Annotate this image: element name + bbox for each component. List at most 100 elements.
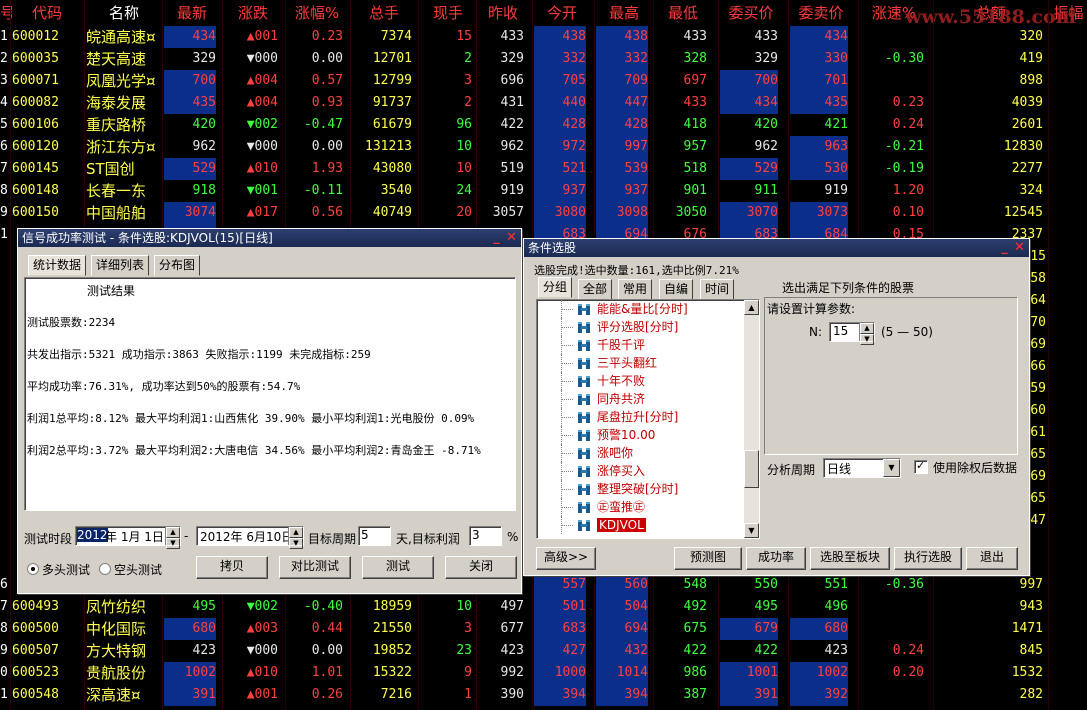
close-icon[interactable]: ✕ (505, 231, 518, 244)
tab-custom[interactable]: 自编 (659, 279, 694, 300)
tab-statistics[interactable]: 统计数据 (28, 255, 87, 276)
scroll-up-icon[interactable]: ▲ (744, 300, 759, 315)
table-row[interactable]: 5 600106 重庆路桥 420 ▼002 -0.47 61679 96 422 428 428 4… (0, 114, 1087, 136)
table-row[interactable]: 9 600507 方大特钢 423 ▼000 0.00 19852 23 423 427 432 42… (0, 640, 1087, 662)
cell-ask: 496 (824, 599, 848, 614)
tree-item[interactable]: KDJVOL (561, 516, 646, 534)
table-row[interactable]: 7 600145 ST国创 529 ▲010 1.93 43080 10 519 521 539 51… (0, 158, 1087, 180)
tree-item[interactable]: 能能&量比[分时] (561, 300, 688, 318)
tree-item-label: 预警10.00 (597, 428, 656, 442)
tree-item[interactable]: 评分选股[分时] (561, 318, 678, 336)
tab-common[interactable]: 常用 (618, 279, 653, 300)
radio-long-test[interactable] (27, 563, 39, 575)
tree-item[interactable]: 涨停买入 (561, 462, 645, 480)
cell-chg: ▲004 (246, 73, 278, 88)
analysis-period-select[interactable]: 日线 ▼ (823, 458, 901, 478)
end-date-field[interactable]: 2012年 6月10日 ▲ ▼ (196, 526, 304, 549)
tab-group[interactable]: 分组 (538, 277, 573, 298)
exit-button[interactable]: 退出 (966, 547, 1018, 570)
param-spinner[interactable]: ▲ ▼ (859, 323, 874, 345)
start-date-spinner[interactable]: ▲ ▼ (165, 527, 180, 549)
tree-item[interactable]: ㊣蛮推㊣ (561, 498, 645, 516)
tree-item[interactable]: 涨吧你 (561, 444, 633, 462)
cell-chg: ▼001 (246, 183, 278, 198)
tree-item[interactable]: 同舟共济 (561, 390, 645, 408)
column-header[interactable]: 今开 (534, 0, 590, 26)
column-header[interactable]: 代码 (12, 0, 82, 26)
cell-chg: ▼000 (246, 139, 278, 154)
table-row[interactable]: 2 600035 楚天高速 329 ▼000 0.00 12701 2 329 332 332 328… (0, 48, 1087, 70)
column-header[interactable]: 涨幅% (287, 0, 347, 26)
minimize-icon[interactable]: _ (490, 231, 503, 244)
scroll-down-icon[interactable]: ▼ (744, 523, 759, 538)
tab-distribution[interactable]: 分布图 (154, 255, 201, 276)
cell-cur: 9 (464, 665, 472, 680)
tree-item[interactable]: 预警10.00 (561, 426, 656, 444)
scroll-thumb[interactable] (744, 450, 759, 488)
tab-time[interactable]: 时间 (700, 279, 735, 300)
adjusted-data-checkbox[interactable]: ✓ (914, 459, 928, 474)
table-row[interactable]: 1 600012 皖通高速¤ 434 ▲001 0.23 7374 15 433 438 438 43… (0, 26, 1087, 48)
tree-scrollbar[interactable]: ▲ ▼ (744, 300, 759, 538)
cell-name: 凤凰光学¤ (86, 72, 156, 90)
column-header[interactable]: 现手 (420, 0, 476, 26)
table-row[interactable]: 0 600523 贵航股份 1002 ▲010 1.01 15322 9 992 1000 1014… (0, 662, 1087, 684)
tree-item[interactable]: 三平头翻红 (561, 354, 657, 372)
column-header[interactable]: 涨跌 (224, 0, 282, 26)
close-icon[interactable]: ✕ (1013, 241, 1026, 254)
end-date-spinner[interactable]: ▲ ▼ (288, 527, 303, 549)
success-rate-button[interactable]: 成功率 (746, 547, 806, 570)
compare-test-button[interactable]: 对比测试 (279, 556, 351, 579)
cell-amt: 320 (1019, 29, 1043, 44)
cell-name: 中化国际 (86, 620, 147, 638)
target-profit-input[interactable]: 3 (469, 526, 502, 546)
column-header[interactable]: 名称 (86, 0, 162, 26)
cell-name: 浙江东方¤ (86, 138, 156, 156)
forecast-chart-button[interactable]: 预测图 (674, 547, 742, 570)
chevron-down-icon[interactable]: ▼ (883, 459, 900, 477)
column-header[interactable]: 委卖价 (790, 0, 852, 26)
column-header[interactable]: 昨收 (478, 0, 528, 26)
cell-name: 重庆路桥 (86, 116, 147, 134)
execute-select-button[interactable]: 执行选股 (894, 547, 962, 570)
table-row[interactable]: 3 600071 凤凰光学¤ 700 ▲004 0.57 12799 3 696 705 709 69… (0, 70, 1087, 92)
table-row[interactable]: 9 600150 中国船舶 3074 ▲017 0.56 40749 20 3057 3080 30… (0, 202, 1087, 224)
cell-code: 600145 (12, 161, 59, 176)
result-line: 利润1总平均:8.12% 最大平均利润1:山西焦化 39.90% 最小平均利润1… (27, 412, 475, 425)
table-row[interactable]: 8 600500 中化国际 680 ▲003 0.44 21550 3 677 683 694 675… (0, 618, 1087, 640)
checkmark-icon: ✓ (916, 459, 926, 472)
table-row[interactable]: 6 600120 浙江东方¤ 962 ▼000 0.00 131213 10 962 972 997… (0, 136, 1087, 158)
radio-short-test[interactable] (99, 563, 111, 575)
tab-all[interactable]: 全部 (578, 279, 613, 300)
cell-amt: 845 (1019, 643, 1043, 658)
start-date-field[interactable]: 2012 年 1月 1日 ▲ ▼ (75, 526, 181, 549)
close-button[interactable]: 关闭 (445, 556, 517, 579)
column-header[interactable]: 总手 (352, 0, 416, 26)
table-row[interactable]: 1 600548 深高速¤ 391 ▲001 0.26 7216 1 390 394 394 387 3… (0, 684, 1087, 706)
column-header[interactable]: 委买价 (720, 0, 782, 26)
column-header[interactable]: 最低 (655, 0, 711, 26)
cell-open: 683 (534, 618, 586, 640)
test-button[interactable]: 测试 (362, 556, 434, 579)
tree-item[interactable]: 千股千评 (561, 336, 645, 354)
tree-item[interactable]: 十年不败 (561, 372, 645, 390)
select-to-sector-button[interactable]: 选股至板块 (810, 547, 890, 570)
param-input[interactable]: 15 ▲ ▼ (829, 322, 875, 345)
minimize-icon[interactable]: _ (998, 241, 1011, 254)
cell-high: 997 (596, 136, 648, 158)
column-header[interactable]: 最高 (596, 0, 652, 26)
target-period-input[interactable]: 5 (358, 526, 391, 546)
tab-detail-list[interactable]: 详细列表 (91, 255, 150, 276)
tree-item[interactable]: 整理突破[分时] (561, 480, 678, 498)
table-row[interactable]: 7 600493 凤竹纺织 495 ▼002 -0.40 18959 10 497 501 504 4… (0, 596, 1087, 618)
cell-idx: 2 (0, 51, 8, 66)
cell-spd: -0.36 (884, 577, 924, 592)
column-header[interactable]: 最新 (164, 0, 220, 26)
tree-item[interactable]: 尾盘拉升[分时] (561, 408, 678, 426)
copy-button[interactable]: 拷贝 (196, 556, 268, 579)
table-row[interactable]: 8 600148 长春一东 918 ▼001 -0.11 3540 24 919 937 937 90… (0, 180, 1087, 202)
cell-name: 楚天高速 (86, 50, 147, 68)
table-row[interactable]: 4 600082 海泰发展 435 ▲004 0.93 91737 2 431 440 447 433… (0, 92, 1087, 114)
cell-idx: 6 (0, 139, 8, 154)
advanced-button[interactable]: 高级>> (536, 547, 596, 570)
